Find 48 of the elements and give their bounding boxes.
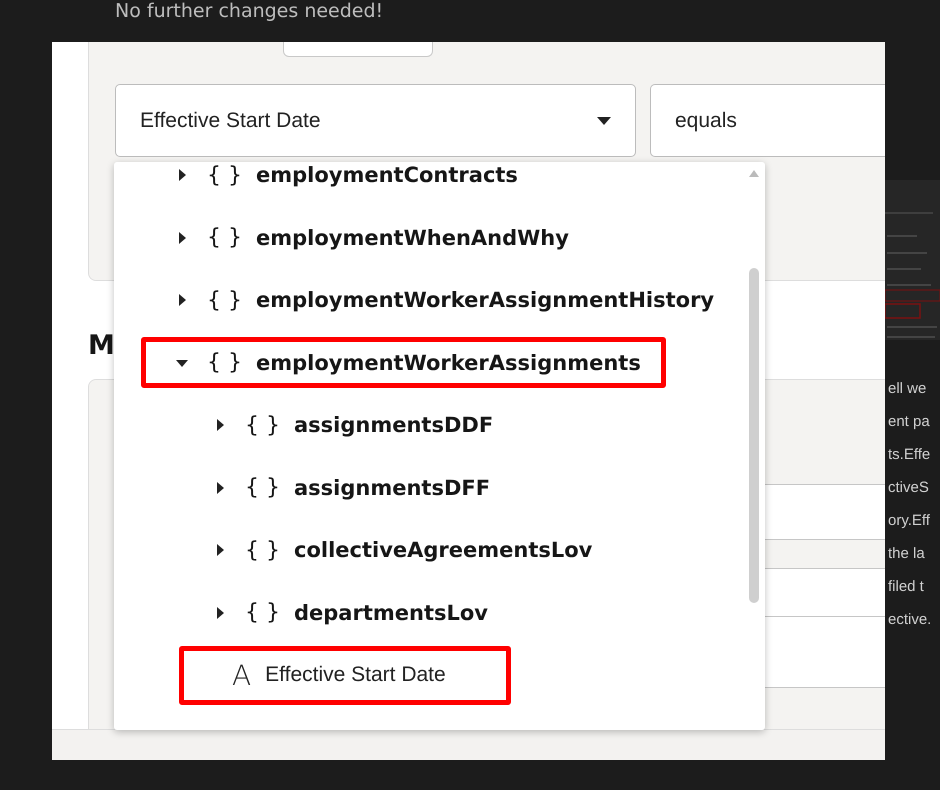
body-text: the la [888, 544, 926, 564]
tree-item[interactable]: { } collectiveAgreementsLov [179, 524, 618, 576]
caret-right-icon[interactable] [176, 294, 188, 306]
braces-icon: { } [245, 538, 280, 563]
item-label: employmentWorkerAssignments [256, 350, 641, 375]
braces-icon: { } [245, 475, 280, 500]
braces-icon: { } [207, 288, 242, 313]
braces-icon: { } [207, 350, 242, 376]
body-text: ctiveS [888, 478, 930, 498]
tree-item[interactable]: A Effective Start Date [179, 646, 511, 705]
braces-icon: { } [245, 600, 280, 626]
dropdown-caret-icon [597, 116, 611, 124]
body-text: ell we [888, 379, 928, 399]
braces-icon: { } [207, 162, 242, 188]
tree-item[interactable]: { } departmentsLov [179, 587, 513, 638]
item-label: employmentWhenAndWhy [256, 226, 569, 250]
operator-field[interactable]: equals [650, 84, 885, 157]
body-text: ts.Effe [888, 445, 932, 465]
caret-right-icon[interactable] [214, 482, 226, 494]
attribute-select[interactable]: Effective Start Date [115, 84, 636, 157]
item-label: assignmentsDFF [294, 476, 490, 500]
tree-item[interactable]: { } employmentWorkerAssignments [141, 337, 666, 388]
scrollbar-thumb[interactable] [749, 268, 759, 603]
caret-right-icon[interactable] [214, 544, 226, 556]
item-label: collectiveAgreementsLov [294, 538, 592, 562]
body-text: ory.Eff [888, 511, 931, 531]
tree-item[interactable]: { } assignmentsDFF [179, 462, 516, 514]
caret-right-icon[interactable] [176, 232, 188, 244]
tree-item[interactable]: { } employmentWhenAndWhy [141, 212, 594, 264]
body-text: ective. [888, 610, 932, 630]
body-text: filed t [888, 577, 925, 597]
caret-right-icon[interactable] [214, 606, 226, 619]
tree-item[interactable]: { } assignmentsDDF [179, 400, 518, 451]
item-label: Effective Start Date [265, 663, 447, 688]
tree-item[interactable]: { } employmentContracts [141, 162, 543, 201]
braces-icon: { } [207, 225, 242, 250]
item-label: employmentWorkerAssignmentHistory [256, 288, 714, 312]
section-heading: M [88, 330, 115, 361]
item-label: employmentContracts [256, 163, 518, 188]
tree-item[interactable]: { } employmentWorkerAssignmentHistory [141, 274, 740, 326]
item-label: departmentsLov [294, 600, 488, 625]
caret-right-icon[interactable] [214, 419, 226, 432]
item-label: assignmentsDDF [294, 413, 494, 438]
braces-icon: { } [245, 412, 280, 438]
caption-text: No further changes needed! [114, 0, 384, 24]
body-text: ent pa [888, 412, 931, 432]
caret-right-icon[interactable] [176, 169, 188, 182]
attribute-icon: A [232, 658, 252, 692]
